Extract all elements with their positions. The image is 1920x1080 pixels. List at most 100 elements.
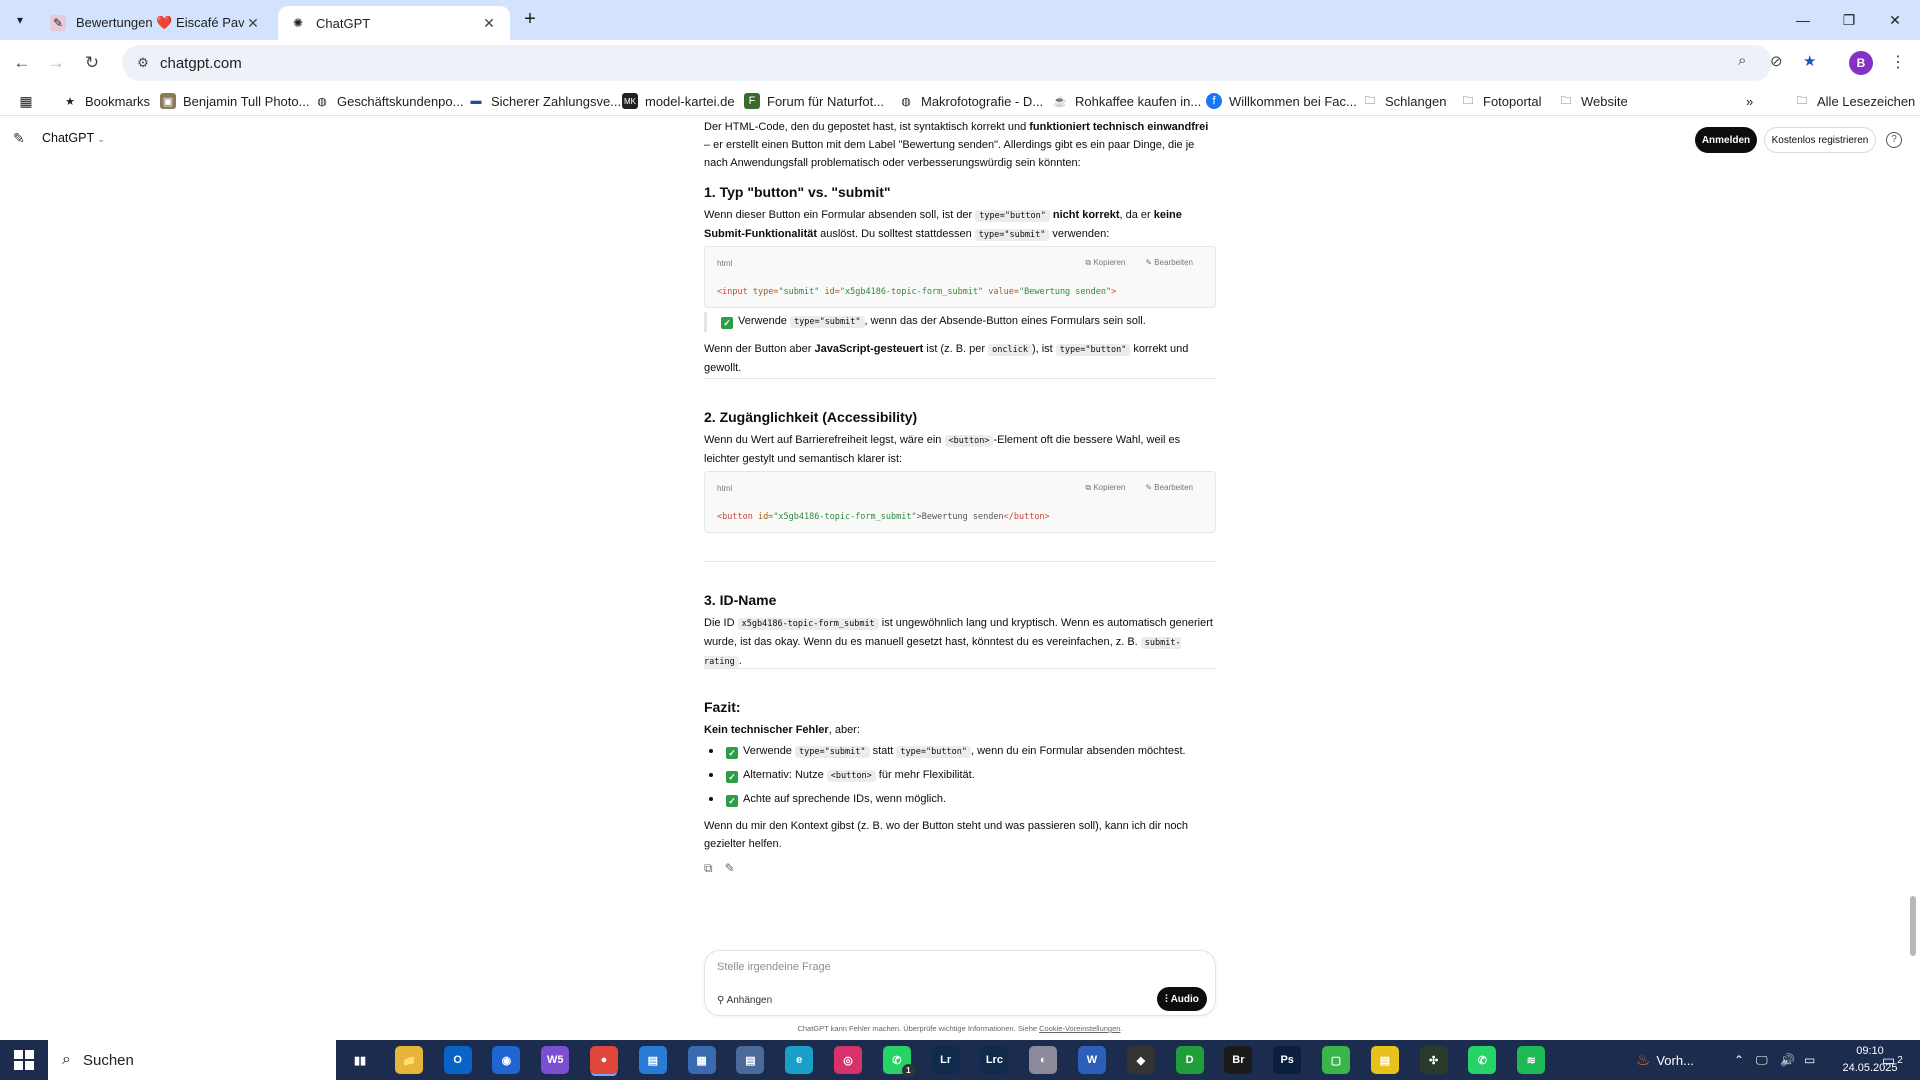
notification-icon[interactable]: ▭ 2 [1882, 1040, 1903, 1080]
message-composer[interactable]: Stelle irgendeine Frage ⚲ Anhängen ⫶ Audi… [704, 950, 1216, 1016]
restore-icon[interactable]: ❐ [1826, 0, 1872, 40]
edge-icon[interactable]: e [785, 1046, 814, 1074]
whatsapp-icon[interactable]: ✆ 1 [882, 1046, 915, 1077]
url-text: chatgpt.com [160, 54, 242, 72]
taskbar-search[interactable]: ⌕ Suchen [48, 1040, 336, 1080]
grid-icon: ▦ [19, 92, 33, 109]
apps-grid-icon[interactable]: ▦ [18, 91, 41, 111]
weather-widget[interactable]: ♨ Vorh... [1636, 1040, 1694, 1080]
site-info-icon[interactable]: ⚙ [126, 55, 160, 71]
bookmark-folder[interactable]: 🗀 Website [1558, 91, 1628, 111]
model-selector[interactable]: ChatGPT ⌄ [42, 131, 105, 145]
tray-chevron-icon[interactable]: ⌃ [1734, 1040, 1744, 1080]
mk-icon: MK [622, 93, 638, 109]
all-bookmarks[interactable]: 🗀 Alle Lesezeichen [1794, 91, 1916, 111]
lightroom-classic-icon[interactable]: Lrc [980, 1046, 1009, 1074]
profile-avatar[interactable]: B [1849, 51, 1873, 75]
scrollbar[interactable] [1906, 116, 1920, 1040]
volume-icon[interactable]: 🔊 [1780, 1040, 1795, 1080]
windows-start-icon[interactable] [14, 1050, 34, 1070]
bookmark-label: Sicherer Zahlungsve... [491, 93, 622, 109]
app-cross-icon[interactable]: ✣ [1419, 1046, 1448, 1074]
bridge-icon[interactable]: Br [1224, 1046, 1253, 1074]
register-button[interactable]: Kostenlos registrieren [1764, 127, 1876, 153]
word-icon[interactable]: W [1078, 1046, 1106, 1074]
task-view-icon[interactable]: ▮▮ [346, 1046, 374, 1074]
instagram-icon[interactable]: ◎ [834, 1046, 862, 1074]
code-block: html ⧉ Kopieren ✎ Bearbeiten <input type… [704, 246, 1216, 308]
outlook-icon[interactable]: O [443, 1046, 472, 1074]
edit-icon[interactable]: ✎ [725, 859, 735, 877]
forward-arrow-icon[interactable]: → [42, 49, 70, 77]
bookmark-item[interactable]: F Forum für Naturfot... [744, 91, 884, 111]
bookmark-folder[interactable]: 🗀 Schlangen [1362, 91, 1447, 111]
close-window-icon[interactable]: ✕ [1872, 0, 1918, 40]
app-blue-icon[interactable]: ◉ [492, 1046, 521, 1074]
minimize-icon[interactable]: — [1780, 0, 1826, 40]
notes-icon[interactable]: ▤ [736, 1046, 765, 1074]
reload-icon[interactable]: ↻ [78, 49, 106, 77]
tab-bewertungen[interactable]: ✎ Bewertungen ❤️ Eiscafé Pavillo ✕ [38, 6, 274, 40]
tab-chatgpt[interactable]: ✺ ChatGPT ✕ [278, 6, 510, 40]
app-gray-icon[interactable]: ◐ [1029, 1046, 1058, 1074]
menu-dots-icon[interactable]: ⋮ [1888, 51, 1908, 75]
calculator-icon[interactable]: ▦ [687, 1046, 716, 1074]
network-icon[interactable]: 🖵 [1756, 1040, 1768, 1080]
bookmark-item[interactable]: ▣ Benjamin Tull Photo... [160, 91, 309, 111]
zoom-search-icon[interactable]: ⌕ [1738, 52, 1746, 69]
new-tab-plus-icon[interactable]: + [518, 8, 542, 32]
app-dark-icon[interactable]: ◆ [1126, 1046, 1155, 1074]
new-chat-icon[interactable]: ✎ [13, 130, 29, 146]
paragraph: Wenn du mir den Kontext gibst (z. B. wo … [704, 820, 1189, 850]
bookmark-star-icon[interactable]: ★ [1803, 52, 1816, 70]
prompt-input[interactable]: Stelle irgendeine Frage [717, 961, 831, 973]
copy-icon[interactable]: ⧉ [704, 859, 713, 877]
more-bookmarks-chevron-icon[interactable]: » [1746, 91, 1753, 111]
w5-icon[interactable]: W5 [541, 1046, 570, 1074]
bookmark-item[interactable]: ★ Bookmarks [62, 91, 150, 111]
bookmarks-bar: ▦ ★ Bookmarks ▣ Benjamin Tull Photo... ◍ Ge… [0, 86, 1920, 116]
bookmark-item[interactable]: ◍ Geschäftskundenpo... [314, 91, 463, 111]
spotify-icon[interactable]: ≋ [1517, 1046, 1546, 1074]
chevron-down-icon: ⌄ [97, 134, 105, 144]
whatsapp-desktop-icon[interactable]: ✆ [1468, 1046, 1497, 1074]
edit-code-button[interactable]: ✎ Bearbeiten [1145, 254, 1193, 272]
star-icon: ★ [65, 95, 75, 108]
bookmark-item[interactable]: f Willkommen bei Fac... [1206, 91, 1357, 111]
login-button[interactable]: Anmelden [1695, 127, 1757, 153]
close-tab-icon[interactable]: ✕ [480, 15, 498, 32]
bookmark-folder[interactable]: 🗀 Fotoportal [1460, 91, 1542, 111]
copy-code-button[interactable]: ⧉ Kopieren [1085, 254, 1125, 272]
section-heading: 1. Typ "button" vs. "submit" [704, 184, 891, 200]
cookie-settings-link[interactable]: Cookie-Voreinstellungen [1039, 1024, 1120, 1033]
copy-code-button[interactable]: ⧉ Kopieren [1085, 479, 1125, 497]
app-green-icon[interactable]: D [1175, 1046, 1204, 1074]
back-arrow-icon[interactable]: ← [8, 49, 36, 77]
calendar-app-icon[interactable]: ▤ [1370, 1046, 1399, 1074]
eye-off-icon[interactable]: ⊘ [1770, 52, 1783, 70]
paperclip-icon: ⚲ [717, 995, 725, 1006]
address-bar[interactable]: ⚙ chatgpt.com [122, 45, 1772, 81]
bookmark-item[interactable]: ▬ Sicherer Zahlungsve... [468, 91, 622, 111]
lightroom-icon[interactable]: Lr [931, 1046, 960, 1074]
chrome-icon[interactable]: ● [590, 1046, 618, 1074]
bookmark-item[interactable]: ◍ Makrofotografie - D... [898, 91, 1043, 111]
battery-icon[interactable]: ▭ [1804, 1040, 1815, 1080]
forum-icon: F [744, 93, 760, 109]
photoshop-icon[interactable]: Ps [1273, 1046, 1302, 1074]
search-label: Suchen [82, 1051, 134, 1069]
file-explorer-icon[interactable]: 📁 [394, 1046, 423, 1074]
fazit-list: ✓ Verwende type="submit" statt type="butt… [704, 741, 1216, 813]
fazit-heading: Fazit: [704, 699, 741, 715]
close-tab-icon[interactable]: ✕ [244, 15, 262, 32]
app-lightgreen-icon[interactable]: ▢ [1322, 1046, 1350, 1074]
attach-button[interactable]: ⚲ Anhängen [717, 995, 772, 1006]
audio-button[interactable]: ⫶ Audio [1157, 987, 1207, 1011]
bookmark-item[interactable]: ☕ Rohkaffee kaufen in... [1052, 91, 1201, 111]
scrollbar-thumb[interactable] [1910, 896, 1916, 956]
tab-search-chevron-icon[interactable]: ▾ [8, 8, 32, 32]
bookmark-item[interactable]: MK model-kartei.de [622, 91, 735, 111]
edit-code-button[interactable]: ✎ Bearbeiten [1145, 479, 1193, 497]
file-manager-icon[interactable]: ▤ [638, 1046, 667, 1074]
help-icon[interactable]: ? [1886, 132, 1902, 148]
